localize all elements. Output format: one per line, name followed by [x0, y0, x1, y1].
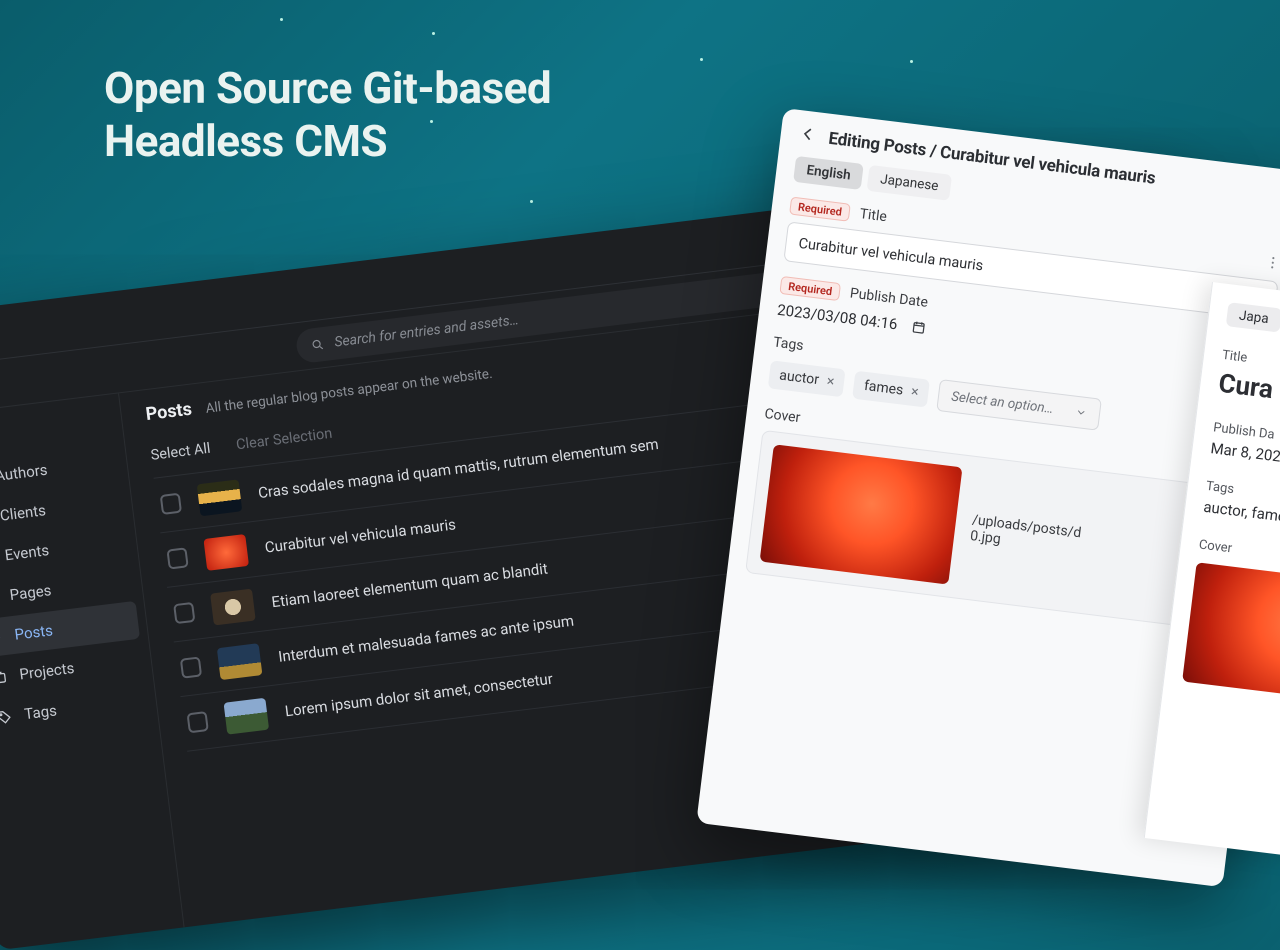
chip-remove-icon[interactable]: × — [826, 373, 835, 390]
row-checkbox[interactable] — [187, 711, 209, 733]
calendar-icon — [910, 319, 927, 336]
preview-locale-tab[interactable]: Japa — [1226, 302, 1280, 332]
chip-remove-icon[interactable]: × — [910, 384, 919, 401]
tag-chip[interactable]: fames × — [852, 371, 930, 408]
field-label: Title — [859, 206, 888, 225]
sidebar-item-label: Events — [4, 541, 50, 564]
row-thumbnail — [210, 589, 256, 626]
chevron-down-icon — [1074, 406, 1087, 419]
preview-publish-value: Mar 8, 202 — [1210, 439, 1280, 484]
tag-chip-label: fames — [863, 378, 904, 399]
field-label: Publish Date — [849, 285, 929, 310]
sidebar-item-label: Posts — [14, 621, 54, 644]
tag-chip[interactable]: auctor × — [768, 360, 846, 397]
row-title: Curabitur vel vehicula mauris — [264, 515, 457, 556]
search-placeholder: Search for entries and assets… — [333, 312, 519, 350]
back-icon[interactable] — [797, 124, 818, 148]
tag-select-placeholder: Select an option… — [950, 389, 1054, 417]
sidebar-item-label: Authors — [0, 461, 48, 485]
row-checkbox[interactable] — [160, 493, 182, 515]
row-checkbox[interactable] — [166, 547, 188, 569]
row-checkbox[interactable] — [180, 656, 202, 678]
field-menu-icon[interactable] — [1263, 254, 1280, 276]
row-thumbnail — [203, 534, 249, 571]
tag-chip-label: auctor — [778, 367, 819, 388]
preview-tags-value: auctor, fames — [1202, 498, 1280, 543]
field-label: Cover — [764, 406, 802, 426]
tab-japanese[interactable]: Japanese — [867, 165, 952, 201]
tab-english[interactable]: English — [793, 156, 864, 190]
hero-line-2: Headless CMS — [104, 115, 551, 168]
preview-cover-image — [1182, 562, 1280, 705]
sidebar-item-label: Clients — [0, 501, 47, 524]
hero-line-1: Open Source Git-based — [104, 62, 551, 115]
sidebar-item-label: Pages — [9, 581, 53, 604]
preview-title-value: Cura — [1217, 369, 1280, 426]
hero-headline: Open Source Git-based Headless CMS — [104, 62, 551, 168]
collection-title: Posts — [145, 399, 193, 425]
sidebar-item-label: Projects — [18, 659, 75, 684]
field-label: Tags — [772, 335, 804, 355]
required-badge: Required — [789, 197, 851, 222]
required-badge: Required — [779, 276, 841, 301]
cover-thumbnail — [760, 444, 963, 584]
row-thumbnail — [224, 698, 270, 735]
row-thumbnail — [197, 479, 243, 516]
select-all-button[interactable]: Select All — [150, 440, 212, 464]
row-checkbox[interactable] — [173, 602, 195, 624]
clear-selection-button[interactable]: Clear Selection — [235, 425, 333, 454]
title-input-value: Curabitur vel vehicula mauris — [798, 234, 985, 274]
row-thumbnail — [217, 643, 263, 680]
cover-path: /uploads/posts/d 0.jpg — [969, 512, 1082, 557]
